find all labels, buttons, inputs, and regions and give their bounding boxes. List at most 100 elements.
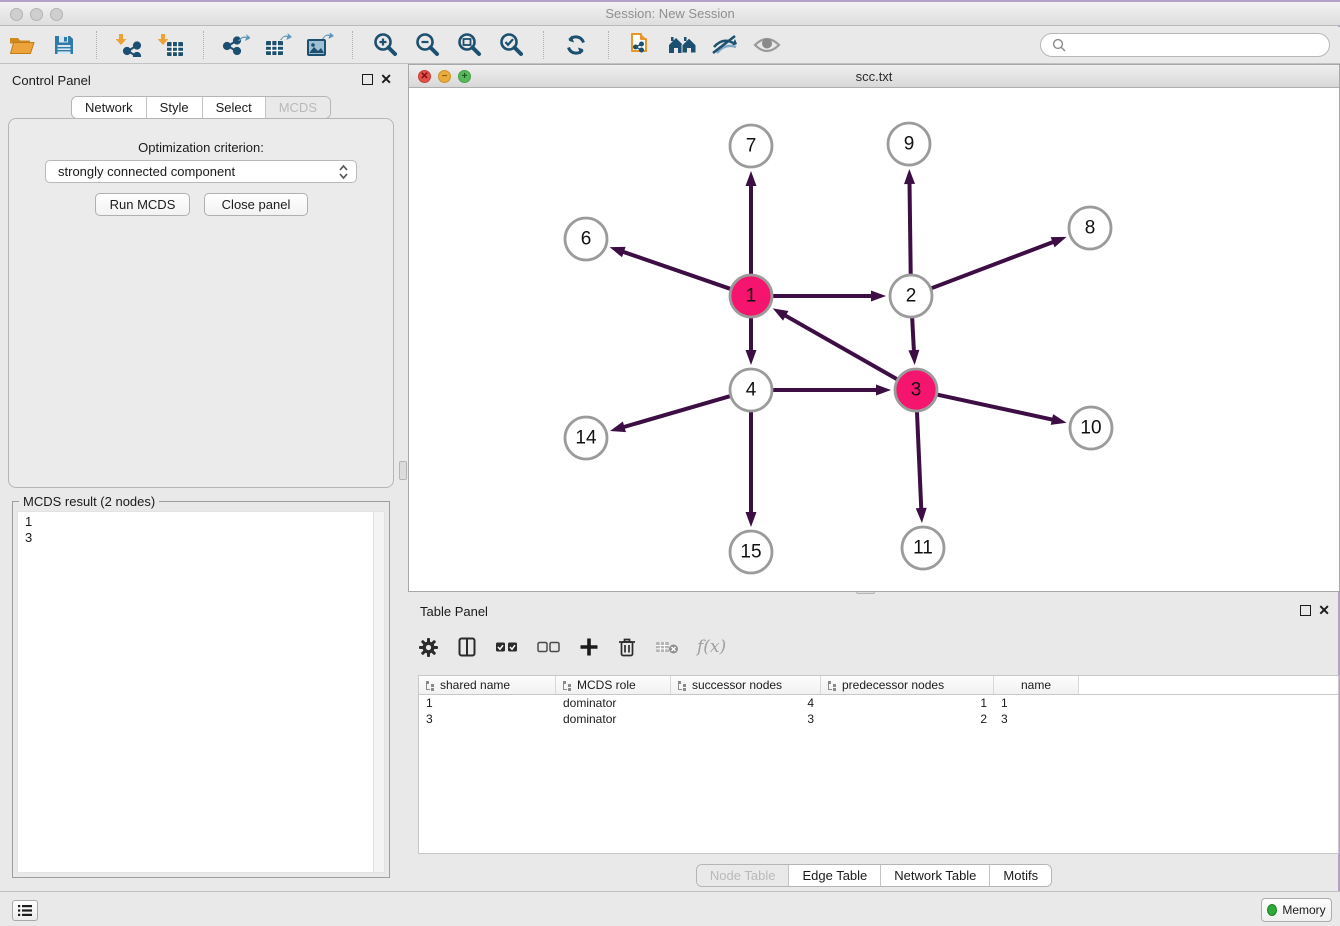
close-panel-button[interactable]: Close panel <box>204 193 308 216</box>
window-title: Session: New Session <box>0 6 1340 21</box>
export-table-icon[interactable] <box>261 29 295 61</box>
graph-node-label: 15 <box>740 542 761 563</box>
column-header-predecessor-nodes[interactable]: predecessor nodes <box>821 676 994 694</box>
toolbar-separator <box>203 31 204 59</box>
edge-4-14[interactable] <box>622 396 729 427</box>
edge-2-3[interactable] <box>912 318 914 352</box>
table-cell: 3 <box>994 711 1079 727</box>
table-toolbar: f(x) <box>418 632 726 662</box>
export-network-icon[interactable] <box>219 29 253 61</box>
clone-network-icon[interactable] <box>624 29 658 61</box>
toolbar-separator <box>608 31 609 59</box>
table-row[interactable]: 1dominator411 <box>419 695 1338 711</box>
zoom-in-icon[interactable] <box>368 29 402 61</box>
column-header-shared-name[interactable]: shared name <box>419 676 556 694</box>
gear-icon[interactable] <box>418 637 439 658</box>
toolbar-separator <box>96 31 97 59</box>
control-panel-title: Control Panel <box>12 73 91 88</box>
task-history-button[interactable] <box>12 900 38 921</box>
close-table-panel-icon[interactable]: ✕ <box>1318 605 1330 616</box>
split-column-icon[interactable] <box>457 637 477 657</box>
optimization-criterion-label: Optimization criterion: <box>9 140 393 155</box>
table-panel-title: Table Panel <box>420 604 488 619</box>
network-window-titlebar[interactable]: ✕ − + scc.txt <box>409 65 1339 88</box>
tab-mcds[interactable]: MCDS <box>265 97 330 118</box>
open-folder-icon[interactable] <box>5 29 39 61</box>
edge-arrowhead <box>1051 414 1067 425</box>
edge-2-8[interactable] <box>932 241 1055 288</box>
zoom-out-icon[interactable] <box>410 29 444 61</box>
edge-3-1[interactable] <box>784 315 897 379</box>
home-icon[interactable] <box>666 29 700 61</box>
graph-node-label: 11 <box>913 538 933 559</box>
import-table-icon[interactable] <box>154 29 188 61</box>
edge-3-11[interactable] <box>917 412 921 510</box>
edge-arrowhead <box>904 169 915 184</box>
refresh-icon[interactable] <box>559 29 593 61</box>
edge-1-6[interactable] <box>622 251 730 288</box>
node-table: shared nameMCDS rolesuccessor nodesprede… <box>418 675 1339 854</box>
tab-network[interactable]: Network <box>72 97 146 118</box>
edge-2-9[interactable] <box>910 182 911 274</box>
edge-arrowhead <box>916 508 927 523</box>
edge-3-10[interactable] <box>937 395 1053 420</box>
tab-motifs[interactable]: Motifs <box>989 865 1051 886</box>
unselect-all-columns-icon[interactable] <box>537 640 561 654</box>
search-input[interactable] <box>1040 33 1330 57</box>
network-window: ✕ − + scc.txt 7968124314101511 <box>408 64 1340 592</box>
graph-node-label: 7 <box>746 136 757 157</box>
export-image-icon[interactable] <box>303 29 337 61</box>
table-cell: 3 <box>671 711 821 727</box>
edge-arrowhead <box>746 350 757 365</box>
table-cell: dominator <box>556 711 671 727</box>
show-style-icon[interactable] <box>750 29 784 61</box>
graph-node-label: 6 <box>581 229 592 250</box>
tab-style[interactable]: Style <box>146 97 202 118</box>
column-header-name[interactable]: name <box>994 676 1079 694</box>
import-network-icon[interactable] <box>112 29 146 61</box>
float-panel-icon[interactable] <box>362 74 373 85</box>
table-header: shared nameMCDS rolesuccessor nodesprede… <box>419 676 1338 695</box>
tab-select[interactable]: Select <box>202 97 265 118</box>
tab-node-table[interactable]: Node Table <box>697 865 789 886</box>
result-scrollbar[interactable] <box>373 512 384 872</box>
network-canvas[interactable]: 7968124314101511 <box>409 88 1339 591</box>
add-column-icon[interactable] <box>579 637 599 657</box>
search-icon <box>1052 38 1066 52</box>
table-cell: dominator <box>556 695 671 711</box>
zoom-fit-icon[interactable] <box>452 29 486 61</box>
select-all-columns-icon[interactable] <box>495 640 519 654</box>
close-panel-icon[interactable]: ✕ <box>380 74 392 85</box>
mcds-result-list[interactable]: 13 <box>17 511 385 873</box>
float-table-panel-icon[interactable] <box>1300 605 1311 616</box>
graph-node-label: 4 <box>746 380 757 401</box>
edge-arrowhead <box>871 291 886 302</box>
list-icon <box>17 904 33 917</box>
zoom-selected-icon[interactable] <box>494 29 528 61</box>
edge-arrowhead <box>876 385 891 396</box>
run-mcds-button[interactable]: Run MCDS <box>95 193 190 216</box>
tab-network-table[interactable]: Network Table <box>880 865 989 886</box>
optimization-criterion-select[interactable]: strongly connected component <box>45 160 357 183</box>
table-panel: Table Panel ✕ f(x) shared nameMCDS roles… <box>408 596 1340 890</box>
select-stepper-icon <box>337 164 350 180</box>
delete-column-icon[interactable] <box>617 636 637 658</box>
control-panel: Control Panel ✕ NetworkStyleSelectMCDS O… <box>0 65 402 891</box>
network-window-title: scc.txt <box>409 69 1339 84</box>
column-header-successor-nodes[interactable]: successor nodes <box>671 676 821 694</box>
edge-arrowhead <box>610 247 626 257</box>
graph-node-label: 10 <box>1080 418 1101 439</box>
graph-node-label: 2 <box>906 286 917 307</box>
tab-edge-table[interactable]: Edge Table <box>788 865 880 886</box>
function-builder-icon: f(x) <box>697 637 726 657</box>
graph-node-label: 1 <box>746 286 757 307</box>
save-icon[interactable] <box>47 29 81 61</box>
edge-arrowhead <box>610 422 626 433</box>
column-header-MCDS-role[interactable]: MCDS role <box>556 676 671 694</box>
memory-label: Memory <box>1282 903 1325 917</box>
memory-button[interactable]: Memory <box>1261 898 1332 922</box>
hide-style-icon[interactable] <box>708 29 742 61</box>
window-titlebar: Session: New Session <box>0 2 1340 26</box>
mcds-result-group: MCDS result (2 nodes) 13 <box>12 501 390 878</box>
table-row[interactable]: 3dominator323 <box>419 711 1338 727</box>
